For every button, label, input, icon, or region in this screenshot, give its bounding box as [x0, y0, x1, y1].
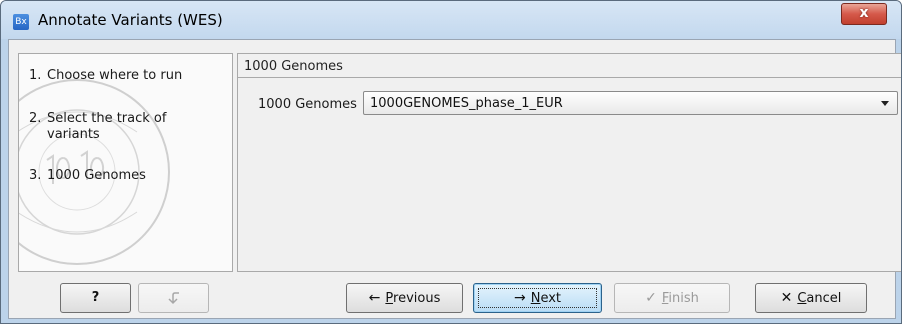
previous-label: revious [393, 291, 441, 306]
step-number: 1. [29, 68, 42, 83]
next-button[interactable]: → Next [473, 283, 602, 313]
reset-button[interactable] [138, 283, 209, 313]
previous-mnemonic: P [385, 291, 394, 306]
step-number: 3. [29, 168, 42, 183]
panel-header: 1000 Genomes [238, 54, 901, 78]
arrow-left-icon: ← [368, 290, 381, 306]
focus-ring [478, 288, 597, 308]
window-title: Annotate Variants (WES) [38, 11, 223, 29]
finish-button[interactable]: ✓ Finish [614, 283, 730, 313]
wizard-steps-panel: 1. Choose where to run 2. Select the track… [18, 53, 233, 272]
previous-button[interactable]: ← Previous [346, 283, 463, 313]
step-number: 2. [29, 111, 42, 126]
close-icon: x [859, 5, 869, 21]
check-icon: ✓ [645, 290, 657, 306]
close-x-icon: ✕ [780, 290, 793, 306]
title-bar[interactable]: Bx Annotate Variants (WES) x [1, 1, 901, 39]
help-button[interactable]: ? [60, 283, 131, 313]
dialog-body: 1. Choose where to run 2. Select the track… [8, 39, 901, 319]
genomes-select[interactable]: 1000GENOMES_phase_1_EUR [363, 91, 898, 115]
reset-icon [167, 291, 179, 304]
panel-title: 1000 Genomes [244, 59, 343, 74]
chevron-down-icon[interactable] [881, 101, 889, 106]
step-select-track: 2. Select the track of variants [29, 111, 187, 143]
help-label: ? [91, 290, 100, 305]
app-icon: Bx [13, 14, 29, 30]
step-label: Select the track of variants [47, 111, 167, 142]
cancel-button[interactable]: ✕ Cancel [755, 283, 867, 313]
select-value: 1000GENOMES_phase_1_EUR [370, 96, 563, 111]
app-icon-text: Bx [15, 17, 27, 27]
cancel-label: ancel [806, 291, 842, 306]
dialog-window: Bx Annotate Variants (WES) x 1. Choose wh… [0, 0, 902, 324]
step-label: Choose where to run [47, 68, 183, 83]
genomes-field-label: 1000 Genomes [258, 97, 357, 112]
options-panel: 1000 Genomes 1000 Genomes 1000GENOMES_ph… [237, 53, 901, 272]
step-label: 1000 Genomes [47, 168, 146, 183]
step-choose-where-to-run: 1. Choose where to run [29, 68, 187, 84]
close-button[interactable]: x [841, 3, 887, 25]
step-1000-genomes: 3. 1000 Genomes [29, 168, 187, 184]
finish-label: inish [668, 291, 699, 306]
